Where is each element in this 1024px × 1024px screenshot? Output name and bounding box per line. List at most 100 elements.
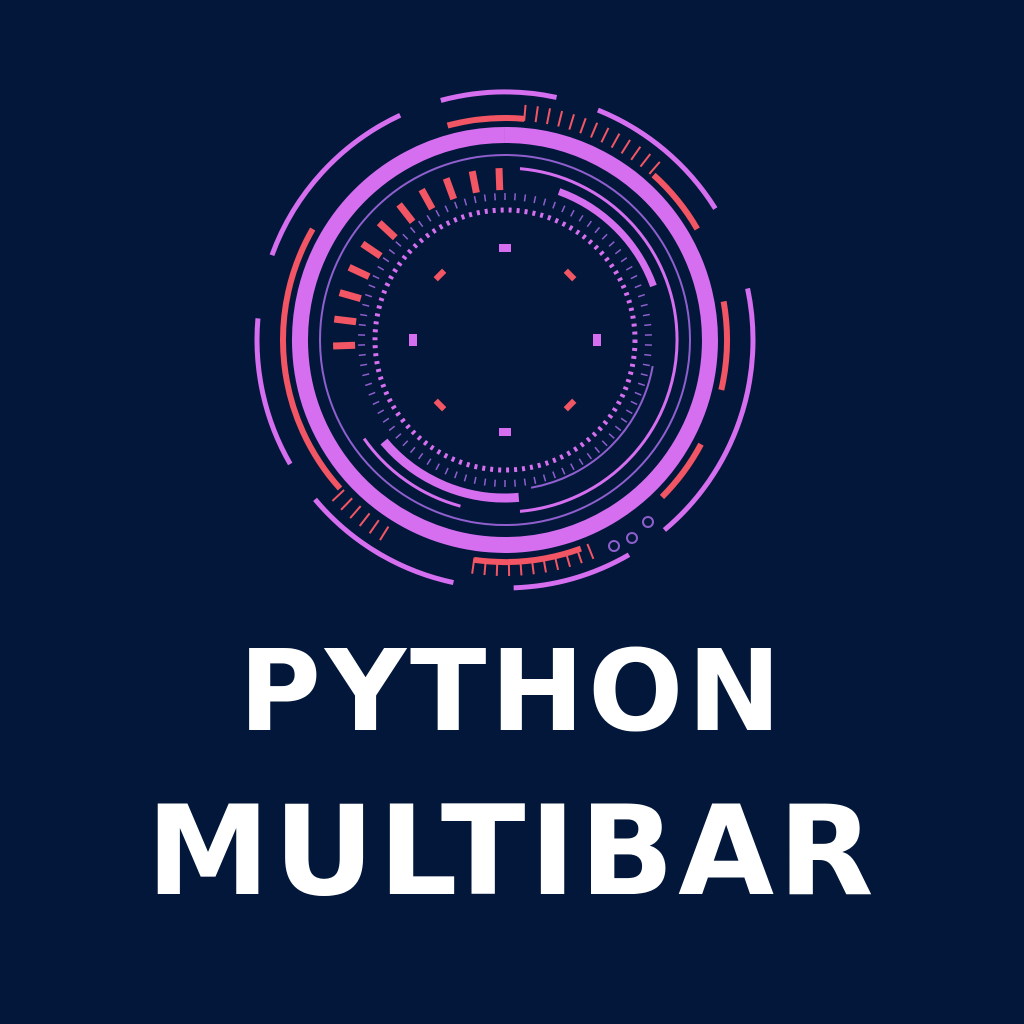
fine-tick (642, 313, 650, 317)
center-marker (563, 398, 577, 412)
fine-tick (586, 452, 593, 460)
outer-tick (600, 127, 610, 143)
fine-tick (360, 363, 368, 367)
fine-tick (523, 194, 527, 202)
title-python: PYTHON (238, 627, 786, 757)
outer-tick (630, 146, 642, 161)
gauge-bar (418, 187, 436, 211)
fine-tick (578, 458, 584, 466)
fine-tick (444, 467, 449, 475)
fine-tick (409, 226, 416, 234)
fine-tick (388, 425, 396, 432)
center-marker (499, 428, 511, 436)
fine-tick (523, 478, 527, 486)
outer-tick (590, 122, 599, 138)
gauge-bar (347, 264, 371, 280)
outer-tick (545, 108, 552, 125)
fine-tick (642, 363, 650, 367)
outer-tick (368, 519, 380, 534)
fine-tick (360, 313, 368, 317)
fine-tick (634, 284, 642, 289)
fine-tick (625, 265, 633, 271)
fine-tick (570, 209, 575, 217)
fine-tick (637, 293, 646, 298)
fine-tick (586, 220, 593, 228)
gauge-bar (376, 220, 398, 241)
outer-tick (610, 133, 621, 149)
fine-tick (608, 433, 615, 439)
gauge-bar (442, 177, 457, 201)
fine-tick (388, 248, 396, 255)
fine-tick (483, 478, 487, 486)
fine-tick (601, 440, 608, 447)
outer-tick (620, 139, 631, 154)
outer-tick (648, 161, 661, 175)
fine-tick (630, 400, 638, 406)
fine-tick (454, 471, 458, 479)
fine-tick (533, 476, 537, 484)
gauge-bar (396, 202, 416, 224)
fine-tick (570, 463, 575, 471)
fine-tick (463, 198, 468, 206)
fine-tick (377, 409, 385, 415)
center-marker (593, 334, 601, 346)
outer-tick (358, 512, 371, 527)
fine-tick (601, 233, 608, 240)
outer-tick (557, 110, 564, 127)
fine-tick (435, 209, 440, 217)
fine-tick (561, 205, 566, 213)
accent-arc (718, 300, 730, 391)
fine-tick (620, 417, 628, 423)
inner-thin-arc (530, 365, 654, 489)
fine-tick (561, 467, 566, 475)
fine-tick (578, 214, 584, 222)
fine-tick (614, 248, 622, 255)
fine-tick (382, 257, 390, 263)
outer-tick (639, 153, 652, 168)
fine-tick (625, 409, 633, 415)
fine-tick (644, 323, 652, 327)
center-marker (499, 244, 511, 252)
outer-tick (331, 489, 345, 502)
outer-tick (586, 543, 595, 560)
title-multibar: MULTIBAR (146, 780, 878, 924)
small-dot (642, 516, 654, 528)
accent-arc (446, 115, 525, 129)
outer-tick (568, 114, 575, 130)
fine-tick (417, 220, 424, 228)
fine-tick (372, 400, 380, 406)
fine-tick (473, 196, 477, 204)
fine-tick (552, 471, 556, 479)
fine-tick (463, 474, 468, 482)
fine-tick (402, 440, 409, 447)
fine-tick (368, 391, 376, 396)
fine-tick (362, 303, 370, 307)
fine-tick (372, 274, 380, 280)
fine-tick (637, 382, 646, 387)
fine-tick (364, 293, 373, 298)
fine-tick (614, 425, 622, 432)
center-marker (563, 268, 577, 282)
fine-tick (454, 201, 458, 209)
outer-arc (440, 89, 558, 103)
inner-thick-arc (557, 188, 657, 288)
outer-tick (349, 505, 362, 519)
small-dot (608, 540, 620, 552)
outer-tick (340, 497, 353, 511)
fine-tick (542, 474, 547, 482)
fine-tick (594, 226, 601, 234)
fine-tick (362, 373, 370, 377)
fine-tick (426, 458, 432, 466)
center-marker (433, 398, 447, 412)
fine-tick (483, 194, 487, 202)
fine-tick (435, 463, 440, 471)
fine-tick (395, 241, 402, 247)
fine-tick (634, 391, 642, 396)
fine-tick (444, 205, 449, 213)
fine-tick (608, 241, 615, 247)
fine-tick (473, 476, 477, 484)
fine-tick (426, 214, 432, 222)
fine-tick (640, 373, 648, 377)
outer-tick (534, 106, 539, 123)
fine-tick (358, 323, 366, 327)
